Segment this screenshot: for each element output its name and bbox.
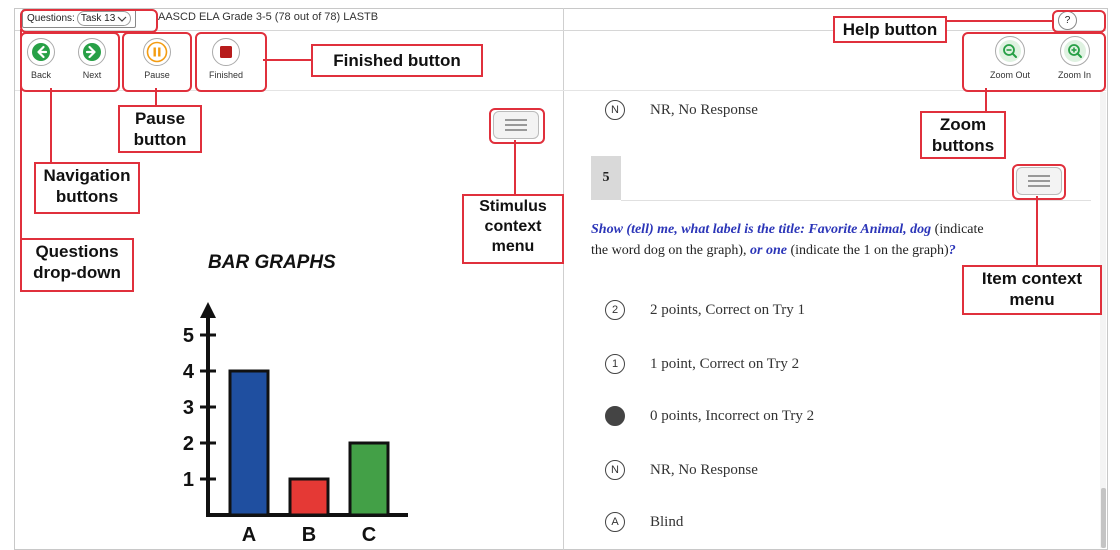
response-option[interactable]: 1 1 point, Correct on Try 2 [605, 354, 799, 374]
response-marker-icon: 1 [605, 354, 625, 374]
response-marker-icon: 2 [605, 300, 625, 320]
prompt-part-5: (indicate the 1 on the graph) [786, 243, 949, 258]
pause-leader-line [155, 88, 157, 106]
questions-dropdown-callout: Questions drop-down [20, 238, 134, 292]
stimulus-menu-callout: Stimulus context menu [462, 194, 564, 264]
prompt-part-2: dog [910, 222, 932, 237]
scrollbar-track[interactable] [1100, 92, 1106, 548]
prompt-part-6: ? [948, 243, 956, 258]
help-highlight [1052, 10, 1106, 33]
zoom-leader-line [985, 88, 987, 112]
pause-highlight [122, 32, 192, 92]
y-tick-label: 3 [183, 397, 194, 419]
navigation-leader-line [50, 88, 52, 163]
option-text: 2 points, Correct on Try 1 [650, 301, 806, 318]
option-text: Blind [650, 513, 684, 530]
y-tick-label: 5 [183, 325, 194, 347]
y-tick-label: 2 [183, 433, 194, 455]
response-marker-icon: A [605, 512, 625, 532]
navigation-callout: Navigation buttons [34, 162, 140, 214]
bar-a [228, 369, 270, 517]
item-prompt: Show (tell) me, what label is the title:… [591, 219, 991, 261]
x-tick-label: B [302, 524, 316, 546]
item-menu-leader-line [1036, 196, 1038, 266]
stimulus-menu-leader-line [514, 140, 516, 195]
scrollbar-thumb[interactable] [1101, 488, 1106, 548]
option-text: NR, No Response [650, 461, 758, 478]
zoom-highlight [962, 32, 1106, 92]
response-option-selected[interactable]: 0 points, Incorrect on Try 2 [605, 406, 814, 426]
item-menu-highlight [1012, 164, 1066, 200]
test-title: AASCD ELA Grade 3-5 (78 out of 78) LASTB [158, 11, 379, 23]
help-leader-line [945, 20, 1053, 22]
filled-circle-icon [605, 406, 625, 426]
navigation-highlight [20, 32, 120, 92]
finished-highlight [195, 32, 267, 92]
finished-callout: Finished button [311, 44, 483, 77]
bar-chart: 1 2 3 4 5 A B C [183, 302, 408, 546]
zoom-callout: Zoom buttons [920, 111, 1006, 159]
help-callout: Help button [833, 16, 947, 43]
prompt-part-1: Show (tell) me, what label is the title:… [591, 222, 907, 237]
bar-b [288, 477, 330, 517]
item-header-rule [621, 200, 1091, 201]
top-response-option[interactable]: N NR, No Response [605, 100, 758, 120]
item-number: 5 [591, 156, 621, 200]
response-option[interactable]: 2 2 points, Correct on Try 1 [605, 300, 805, 320]
y-axis-arrow [200, 302, 216, 318]
option-text: 0 points, Incorrect on Try 2 [650, 407, 815, 424]
bar-c [348, 441, 390, 517]
questions-dropdown-highlight [20, 9, 158, 33]
response-marker-icon: N [605, 100, 625, 120]
y-tick-label: 1 [183, 469, 194, 491]
x-tick-label: C [362, 524, 376, 546]
y-tick-label: 4 [183, 361, 195, 383]
response-marker-icon: N [605, 460, 625, 480]
prompt-part-4: or one [750, 243, 787, 258]
item-menu-callout: Item context menu [962, 265, 1102, 315]
response-option[interactable]: N NR, No Response [605, 460, 758, 480]
stimulus-menu-highlight [489, 108, 545, 144]
option-text: 1 point, Correct on Try 2 [650, 355, 800, 372]
option-text: NR, No Response [650, 101, 758, 118]
questions-leader-line [20, 29, 22, 239]
response-option[interactable]: A Blind [605, 512, 683, 532]
pause-callout: Pause button [118, 105, 202, 153]
finished-leader-line [263, 59, 312, 61]
chart-title: BAR GRAPHS [208, 252, 336, 273]
x-tick-label: A [242, 524, 256, 546]
